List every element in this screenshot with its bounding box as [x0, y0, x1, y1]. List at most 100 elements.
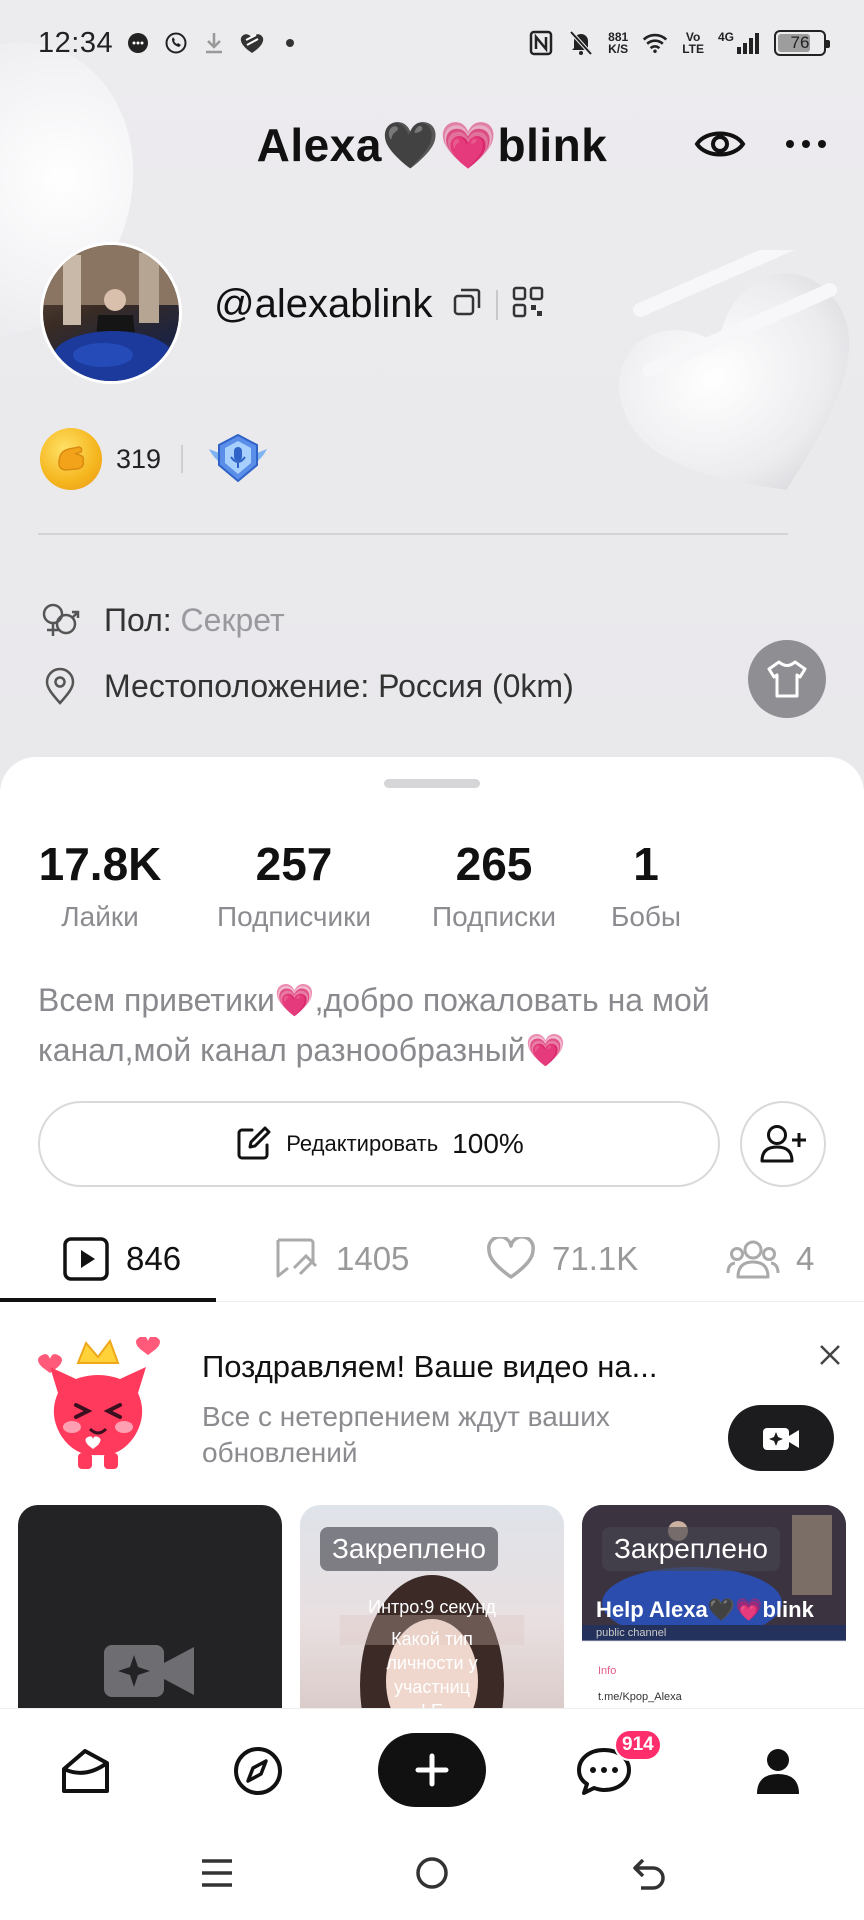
back-arrow-icon: [633, 1858, 665, 1890]
avatar-photo: [43, 245, 179, 381]
eye-icon: [694, 131, 746, 157]
back-system-button[interactable]: [624, 1848, 674, 1898]
battery-level: 76: [790, 33, 810, 52]
video-info-label: Info: [598, 1665, 617, 1677]
close-icon: [820, 1345, 840, 1365]
qr-code-button[interactable]: [512, 286, 544, 323]
menu-icon: [202, 1859, 232, 1887]
stat-label: Лайки: [61, 901, 139, 932]
nav-home[interactable]: [46, 1731, 126, 1811]
tab-reposts[interactable]: 1405: [272, 1217, 409, 1301]
gender-label: Пол:: [104, 601, 172, 638]
stat-following[interactable]: 265 Подписки: [422, 837, 566, 933]
notification-title: Поздравляем! Ваше видео на...: [202, 1349, 658, 1384]
notification-subtitle: Все с нетерпением ждут ваших обновлений: [202, 1401, 610, 1468]
recent-apps-button[interactable]: [192, 1848, 242, 1898]
group-icon: [726, 1240, 780, 1279]
video-subtitle: public channel: [596, 1627, 667, 1639]
gender-row: Пол: Секрет: [40, 600, 285, 640]
singer-badge[interactable]: [203, 428, 273, 490]
content-tabs: 846 1405 71.1K 4: [0, 1217, 864, 1301]
bio-line: Всем приветики💗,добро пожаловать на мой: [38, 982, 710, 1018]
status-bar: 12:34 881 K/S Vo LTE 4G 76: [0, 0, 864, 86]
circle-home-icon: [416, 1857, 448, 1889]
app-heart-icon: [239, 30, 265, 56]
active-tab-indicator: [0, 1298, 216, 1302]
messages-badge: 914: [614, 1729, 662, 1761]
stat-value: 17.8K: [38, 838, 162, 890]
whatsapp-icon: [163, 30, 189, 56]
add-friend-button[interactable]: [740, 1101, 826, 1187]
nav-profile[interactable]: [738, 1731, 818, 1811]
video-title: Help Alexa🖤💗blink: [596, 1597, 814, 1622]
stat-label: Подписки: [431, 901, 557, 932]
visitors-button[interactable]: [692, 116, 748, 172]
stat-likes[interactable]: 17.8K Лайки: [36, 837, 164, 933]
stat-beans[interactable]: 1 Бобы: [606, 837, 686, 933]
notification-banner[interactable]: Поздравляем! Ваше видео на... Все с нете…: [0, 1319, 864, 1479]
coins-button[interactable]: [40, 428, 102, 490]
home-icon: [62, 1749, 109, 1793]
handle-divider: [496, 289, 498, 320]
header-divider: [38, 533, 788, 535]
chat-notification-icon: [125, 30, 151, 56]
volte-bottom: LTE: [682, 42, 704, 56]
add-user-icon: [760, 1125, 806, 1163]
nav-create-button[interactable]: [378, 1733, 486, 1807]
tshirt-icon: [767, 660, 807, 698]
bottom-navigation: 914: [0, 1708, 864, 1828]
network-speed-unit: K/S: [608, 42, 629, 56]
status-time: 12:34: [38, 26, 114, 59]
stat-followers[interactable]: 257 Подписчики: [206, 837, 382, 933]
more-dots-icon: [786, 140, 826, 148]
video-link: t.me/Kpop_Alexa: [598, 1691, 682, 1703]
profile-completion: 100%: [452, 1128, 524, 1159]
pinned-label: Закреплено: [602, 1527, 780, 1571]
nav-discover[interactable]: [218, 1731, 298, 1811]
outfit-button[interactable]: [748, 640, 826, 718]
more-options-button[interactable]: [778, 116, 834, 172]
edit-profile-button[interactable]: Редактировать 100%: [38, 1101, 720, 1187]
network-speed: 881 K/S: [608, 31, 628, 55]
tab-videos[interactable]: 846: [62, 1217, 181, 1301]
profile-icon: [757, 1749, 799, 1794]
repost-icon: [276, 1238, 318, 1278]
coin-hand-icon: [58, 446, 85, 471]
edit-profile-label: Редактировать: [286, 1131, 439, 1156]
stat-value: 265: [455, 838, 533, 890]
network-type: 4G: [717, 30, 734, 44]
sheet-drag-handle[interactable]: [384, 779, 480, 788]
location-text: Местоположение: Россия (0km): [104, 667, 574, 704]
tab-groups[interactable]: 4: [726, 1217, 814, 1301]
video-icon: [63, 1237, 109, 1281]
home-system-button[interactable]: [407, 1848, 457, 1898]
heart-icon: [487, 1237, 535, 1279]
tab-count: 4: [796, 1240, 815, 1277]
notification-create-video-button[interactable]: [728, 1405, 834, 1471]
tab-count: 846: [126, 1240, 182, 1277]
video-intro-text: Интро:9 секунд: [368, 1597, 496, 1617]
wifi-icon: [642, 30, 668, 56]
location-row: Местоположение: Россия (0km): [40, 666, 574, 706]
video-camera-sparkle-icon: [763, 1428, 799, 1450]
coins-count: 319: [116, 443, 162, 474]
stat-value: 1: [633, 838, 659, 890]
plus-icon: [415, 1753, 449, 1787]
battery-indicator: 76: [774, 30, 830, 56]
tab-count: 71.1K: [552, 1240, 639, 1277]
copy-handle-button[interactable]: [452, 287, 482, 322]
notification-close-button[interactable]: [814, 1339, 846, 1371]
nfc-icon: [528, 30, 554, 56]
mascot-icon: [38, 1337, 160, 1469]
bio-line: канал,мой канал разнообразный💗: [38, 1032, 566, 1068]
microphone-badge-icon: [209, 433, 268, 483]
gender-icon: [42, 603, 80, 636]
tab-count: 1405: [336, 1240, 410, 1277]
badge-divider: [181, 445, 184, 473]
copy-icon: [453, 288, 481, 316]
tab-likes[interactable]: 71.1K: [486, 1217, 638, 1301]
qr-code-icon: [512, 286, 544, 318]
avatar[interactable]: [40, 242, 182, 384]
volte-indicator: Vo LTE: [682, 31, 704, 55]
download-icon: [201, 30, 227, 56]
